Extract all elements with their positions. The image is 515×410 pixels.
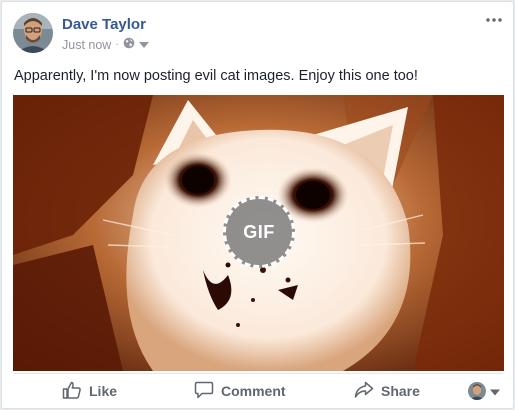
author-name[interactable]: Dave Taylor: [62, 16, 146, 33]
post-meta: Just now ·: [62, 37, 149, 52]
audience-chevron-down-icon[interactable]: [138, 38, 149, 52]
more-options-icon[interactable]: [483, 12, 505, 28]
post-card: Dave Taylor Just now · Apparently, I'm n…: [1, 1, 514, 409]
share-arrow-icon: [354, 381, 374, 402]
post-timestamp[interactable]: Just now: [62, 38, 111, 52]
speech-bubble-icon: [194, 381, 214, 402]
author-avatar[interactable]: [13, 13, 53, 53]
like-button[interactable]: Like: [62, 380, 117, 402]
gif-media[interactable]: GIF: [13, 95, 504, 371]
comment-as-selector[interactable]: [468, 380, 500, 402]
share-label: Share: [381, 383, 420, 399]
chevron-down-icon: [490, 383, 500, 399]
meta-separator: ·: [115, 39, 119, 50]
post-header: Dave Taylor Just now ·: [2, 2, 513, 62]
thumbs-up-icon: [62, 381, 82, 402]
post-text: Apparently, I'm now posting evil cat ima…: [14, 68, 418, 84]
gif-play-badge[interactable]: GIF: [223, 196, 295, 268]
user-avatar: [468, 382, 486, 400]
globe-icon[interactable]: [123, 37, 135, 52]
share-button[interactable]: Share: [354, 380, 420, 402]
action-bar: Like Comment Share: [14, 373, 503, 407]
like-label: Like: [89, 383, 118, 399]
comment-label: Comment: [221, 383, 286, 399]
comment-button[interactable]: Comment: [194, 380, 286, 402]
